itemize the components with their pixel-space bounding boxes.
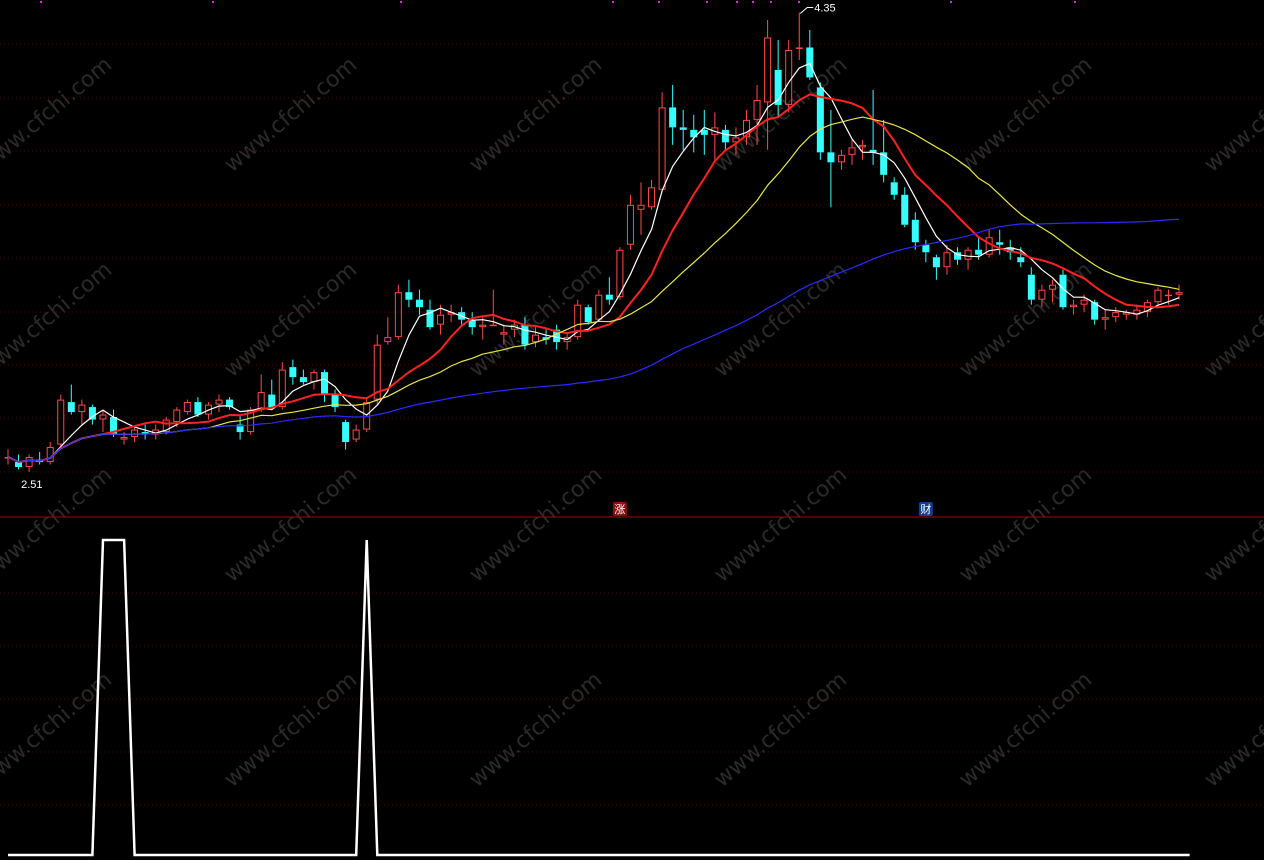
marker-dot bbox=[736, 1, 738, 3]
low-price-label: 2.51 bbox=[21, 479, 42, 491]
candle-body bbox=[489, 324, 497, 327]
candle-body bbox=[584, 307, 592, 323]
candle-body bbox=[1027, 274, 1035, 300]
candle-body bbox=[521, 324, 529, 345]
candle-body bbox=[911, 219, 919, 243]
badge-cai-text: 财 bbox=[920, 502, 931, 516]
candle-body bbox=[795, 47, 803, 49]
candle-body bbox=[415, 299, 423, 308]
candle-body bbox=[901, 194, 909, 225]
marker-dot bbox=[1074, 1, 1076, 3]
candle-body bbox=[806, 47, 814, 78]
candle-body bbox=[669, 107, 677, 128]
high-price-label: 4.35 bbox=[814, 2, 835, 14]
candle-body bbox=[67, 402, 75, 413]
candle-body bbox=[299, 377, 307, 383]
marker-dot bbox=[950, 1, 952, 3]
candle-body bbox=[679, 127, 687, 130]
candle-body bbox=[975, 249, 983, 255]
candle-body bbox=[996, 242, 1004, 245]
marker-dot bbox=[40, 1, 42, 3]
marker-dot bbox=[612, 1, 614, 3]
candle-body bbox=[342, 422, 350, 443]
candle bbox=[816, 82, 824, 160]
candle-body bbox=[880, 152, 888, 175]
marker-dot bbox=[798, 1, 800, 3]
candle bbox=[584, 304, 592, 325]
candle-body bbox=[827, 152, 835, 163]
candle-body bbox=[890, 182, 898, 195]
candle bbox=[1059, 269, 1067, 310]
badge-zhang-text: 涨 bbox=[614, 503, 625, 516]
candle-body bbox=[605, 294, 613, 300]
badge-cai: 财 bbox=[918, 502, 933, 516]
candle-body bbox=[721, 129, 729, 143]
candle-body bbox=[922, 244, 930, 253]
candle-body bbox=[1017, 257, 1025, 263]
marker-dot bbox=[752, 1, 754, 3]
candle-body bbox=[289, 367, 297, 378]
marker-dot bbox=[400, 1, 402, 3]
candle-body bbox=[932, 257, 940, 268]
candle-body bbox=[321, 372, 328, 395]
marker-dot bbox=[658, 1, 660, 3]
marker-dot bbox=[212, 1, 214, 3]
candle-body bbox=[194, 402, 202, 415]
candle-body bbox=[405, 292, 413, 300]
low-price-marker: 2.51 bbox=[21, 479, 42, 491]
marker-dot bbox=[770, 1, 772, 3]
marker-dot bbox=[706, 1, 708, 3]
candle-body bbox=[1165, 294, 1172, 297]
kline-chart: www.cfchi.com www.cfchi.com www.cfchi.com w… bbox=[0, 0, 1264, 860]
badge-zhang: 涨 bbox=[612, 502, 627, 516]
candle-body bbox=[88, 407, 96, 420]
candle-body bbox=[268, 394, 276, 408]
